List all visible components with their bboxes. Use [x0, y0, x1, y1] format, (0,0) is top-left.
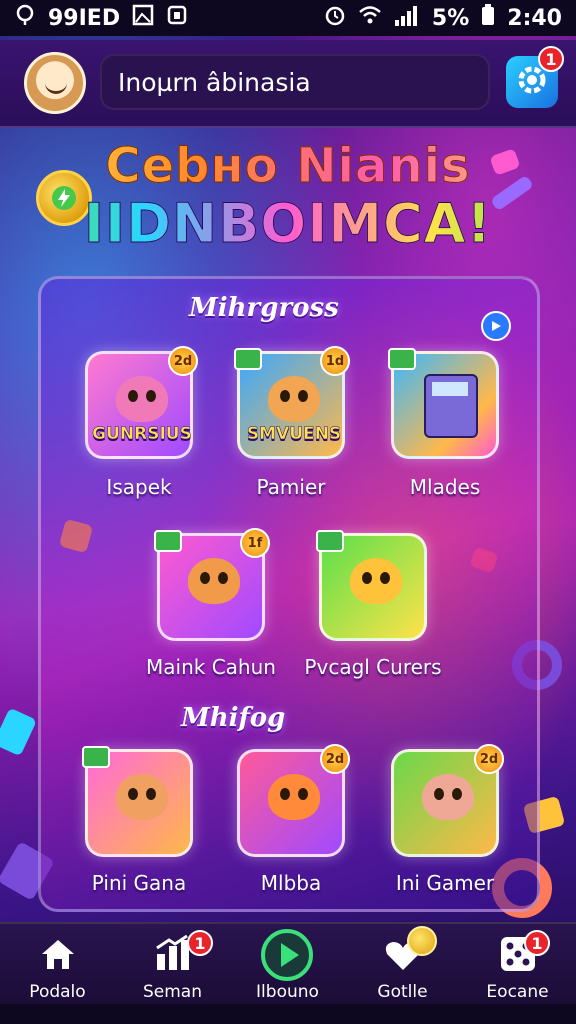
game-tile-mlades[interactable] — [388, 348, 499, 459]
status-left-text: 99IED — [48, 5, 121, 31]
tile-banner: GUNRSIUS — [92, 424, 192, 445]
location-icon — [14, 4, 36, 32]
status-time: 2:40 — [507, 5, 562, 31]
search-input[interactable] — [116, 66, 488, 98]
game-tile-pvcagl-curers[interactable] — [316, 530, 427, 641]
home-icon — [38, 934, 78, 974]
nav-label: Eocane — [486, 982, 549, 1002]
nav-item-favorites[interactable]: Gotlle — [345, 924, 460, 1006]
gallery-icon — [132, 4, 154, 32]
game-label[interactable]: Mlades — [365, 475, 525, 499]
signal-icon — [394, 4, 420, 32]
search-box[interactable] — [100, 54, 490, 110]
section-title-more: Mhifog — [181, 703, 286, 733]
tile-badge: 2d — [320, 744, 350, 774]
game-tile-pamier[interactable]: 1d SMVUENS — [234, 346, 350, 459]
chip-icon — [316, 530, 344, 552]
hero-title-line1: Cebно Nianis — [0, 138, 576, 195]
nav-item-games[interactable]: 1 Eocane — [460, 924, 575, 1006]
game-character-icon — [268, 774, 320, 820]
game-label[interactable]: Maink Cahun — [131, 655, 291, 679]
game-label[interactable]: Pamier — [211, 475, 371, 499]
nav-label: Gotlle — [377, 982, 428, 1002]
game-character-icon — [350, 558, 402, 604]
game-label[interactable]: Pini Gana — [59, 871, 219, 895]
tile-badge: 2d — [474, 744, 504, 774]
chip-icon — [234, 348, 262, 370]
game-label[interactable]: Mlbba — [211, 871, 371, 895]
tile-badge: 2d — [168, 346, 198, 376]
coin-icon — [407, 926, 437, 956]
nav-label: Ilbouno — [256, 982, 319, 1002]
status-bar: 99IED 5% 2:40 — [0, 0, 576, 36]
nav-label: Seman — [142, 982, 202, 1002]
games-panel: Mihrgross 2d GUNRSIUS Isapek 1d SMVUENS … — [38, 276, 540, 912]
notification-icon — [166, 4, 188, 32]
game-tile-pini-gana[interactable] — [82, 746, 193, 857]
avatar[interactable] — [24, 52, 86, 114]
hero-title-line2: IIDNBOIMCA! — [0, 192, 576, 256]
game-character-icon — [116, 774, 168, 820]
play-icon — [260, 928, 314, 982]
bottom-nav: Podalo 1 Seman Ilbouno Gotlle 1 Eocane — [0, 922, 576, 1006]
wifi-icon — [358, 4, 382, 32]
nav-badge: 1 — [524, 930, 550, 956]
chip-icon — [388, 348, 416, 370]
nav-label: Podalo — [29, 982, 86, 1002]
top-bar: 1 — [0, 40, 576, 128]
chip-icon — [82, 746, 110, 768]
tile-badge: 1d — [320, 346, 350, 376]
game-character-icon — [268, 376, 320, 422]
game-tile-ini-gamer[interactable]: 2d — [391, 744, 504, 857]
chip-icon — [154, 530, 182, 552]
game-character-icon — [422, 774, 474, 820]
calculator-icon — [424, 374, 478, 438]
battery-icon — [481, 4, 495, 32]
alarm-icon — [324, 4, 346, 32]
game-tile-mlbba[interactable]: 2d — [237, 744, 350, 857]
nav-badge: 1 — [187, 930, 213, 956]
confetti-icon — [0, 707, 38, 757]
section-title-featured: Mihrgross — [189, 293, 339, 323]
nav-item-stats[interactable]: 1 Seman — [115, 924, 230, 1006]
settings-button[interactable]: 1 — [506, 46, 564, 108]
game-character-icon — [188, 558, 240, 604]
game-tile-maink-cahun[interactable]: 1f — [154, 528, 270, 641]
game-tile-isapek[interactable]: 2d GUNRSIUS — [85, 346, 198, 459]
tile-banner: SMVUENS — [246, 424, 342, 445]
nav-item-home[interactable]: Podalo — [0, 924, 115, 1006]
game-label[interactable]: Pvcagl Curers — [293, 655, 453, 679]
system-home-bar — [0, 1004, 576, 1024]
game-label[interactable]: Ini Gamer — [365, 871, 525, 895]
settings-badge: 1 — [538, 46, 564, 72]
nav-item-play[interactable]: Ilbouno — [230, 924, 345, 1006]
game-label[interactable]: Isapek — [59, 475, 219, 499]
play-icon[interactable] — [481, 311, 511, 341]
game-character-icon — [116, 376, 168, 422]
tile-badge: 1f — [240, 528, 270, 558]
battery-percent: 5% — [431, 5, 470, 31]
